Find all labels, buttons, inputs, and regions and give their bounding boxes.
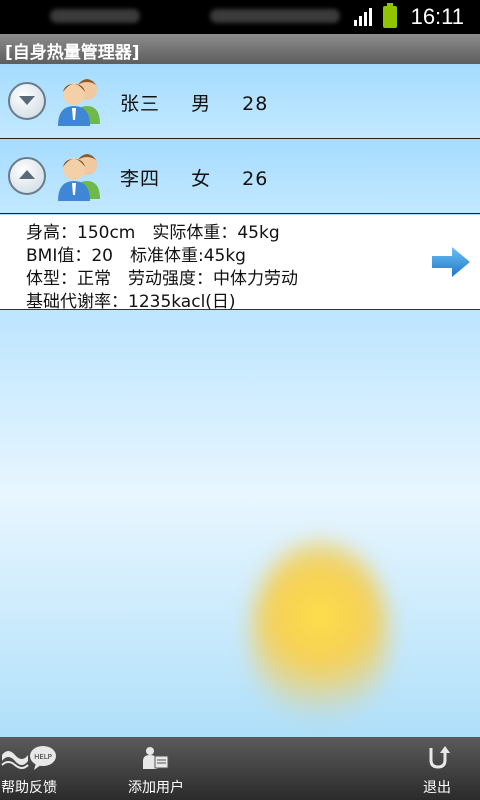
user-age: 26 [242, 168, 269, 190]
detail-body-type-labor: 体型：正常 劳动强度：中体力劳动 [26, 269, 298, 289]
status-time: 16:11 [410, 4, 464, 29]
app-title: [自身热量管理器] [5, 43, 140, 63]
status-notification-blur [50, 9, 140, 23]
help-wave-icon [1, 751, 29, 769]
nav-exit-button[interactable]: 退出 [394, 737, 480, 800]
user-row[interactable]: 张三 男 28 [0, 64, 480, 139]
user-row[interactable]: 李四 女 26 [0, 139, 480, 214]
chevron-down-icon [19, 96, 35, 105]
user-name: 李四 [120, 168, 161, 190]
detail-bmi-standard-weight: BMI值：20 标准体重:45kg [26, 246, 246, 266]
nav-help-label: 帮助 [1, 780, 29, 796]
users-avatar-icon [58, 154, 100, 201]
chevron-up-icon [19, 170, 35, 179]
add-user-icon [143, 747, 169, 769]
nav-help-button[interactable]: 帮助 [0, 737, 30, 800]
help-bubble-icon: HELP [30, 746, 56, 770]
detail-height-weight: 身高：150cm 实际体重：45kg [26, 223, 280, 243]
status-bar: 16:11 [0, 0, 480, 34]
detail-bmr: 基础代谢率：1235kacl(日) [26, 292, 236, 312]
user-age: 28 [242, 93, 269, 115]
expand-toggle-button[interactable] [8, 82, 46, 120]
user-summary: 李四 女 26 [120, 164, 292, 191]
user-summary: 张三 男 28 [120, 89, 292, 116]
nav-add-user-button[interactable]: 添加用户 [106, 737, 206, 800]
arrow-right-icon[interactable] [430, 245, 472, 279]
background-blob [250, 540, 390, 730]
user-gender: 女 [191, 168, 212, 190]
app-title-bar: [自身热量管理器] [0, 34, 480, 65]
users-avatar-icon [58, 79, 100, 126]
user-gender: 男 [191, 93, 212, 115]
svg-text:HELP: HELP [34, 753, 52, 761]
signal-icon [354, 8, 372, 26]
user-name: 张三 [120, 93, 161, 115]
nav-add-user-label: 添加用户 [128, 780, 184, 796]
status-notification-blur [210, 9, 340, 23]
bottom-nav-bar: HELP 反馈 添加用户 帮助 退出 [0, 737, 480, 800]
battery-icon [383, 3, 397, 28]
exit-icon [429, 746, 450, 769]
collapse-toggle-button[interactable] [8, 157, 46, 195]
user-detail-panel: 身高：150cm 实际体重：45kg BMI值：20 标准体重:45kg 体型：… [0, 215, 480, 312]
nav-exit-label: 退出 [423, 780, 451, 796]
